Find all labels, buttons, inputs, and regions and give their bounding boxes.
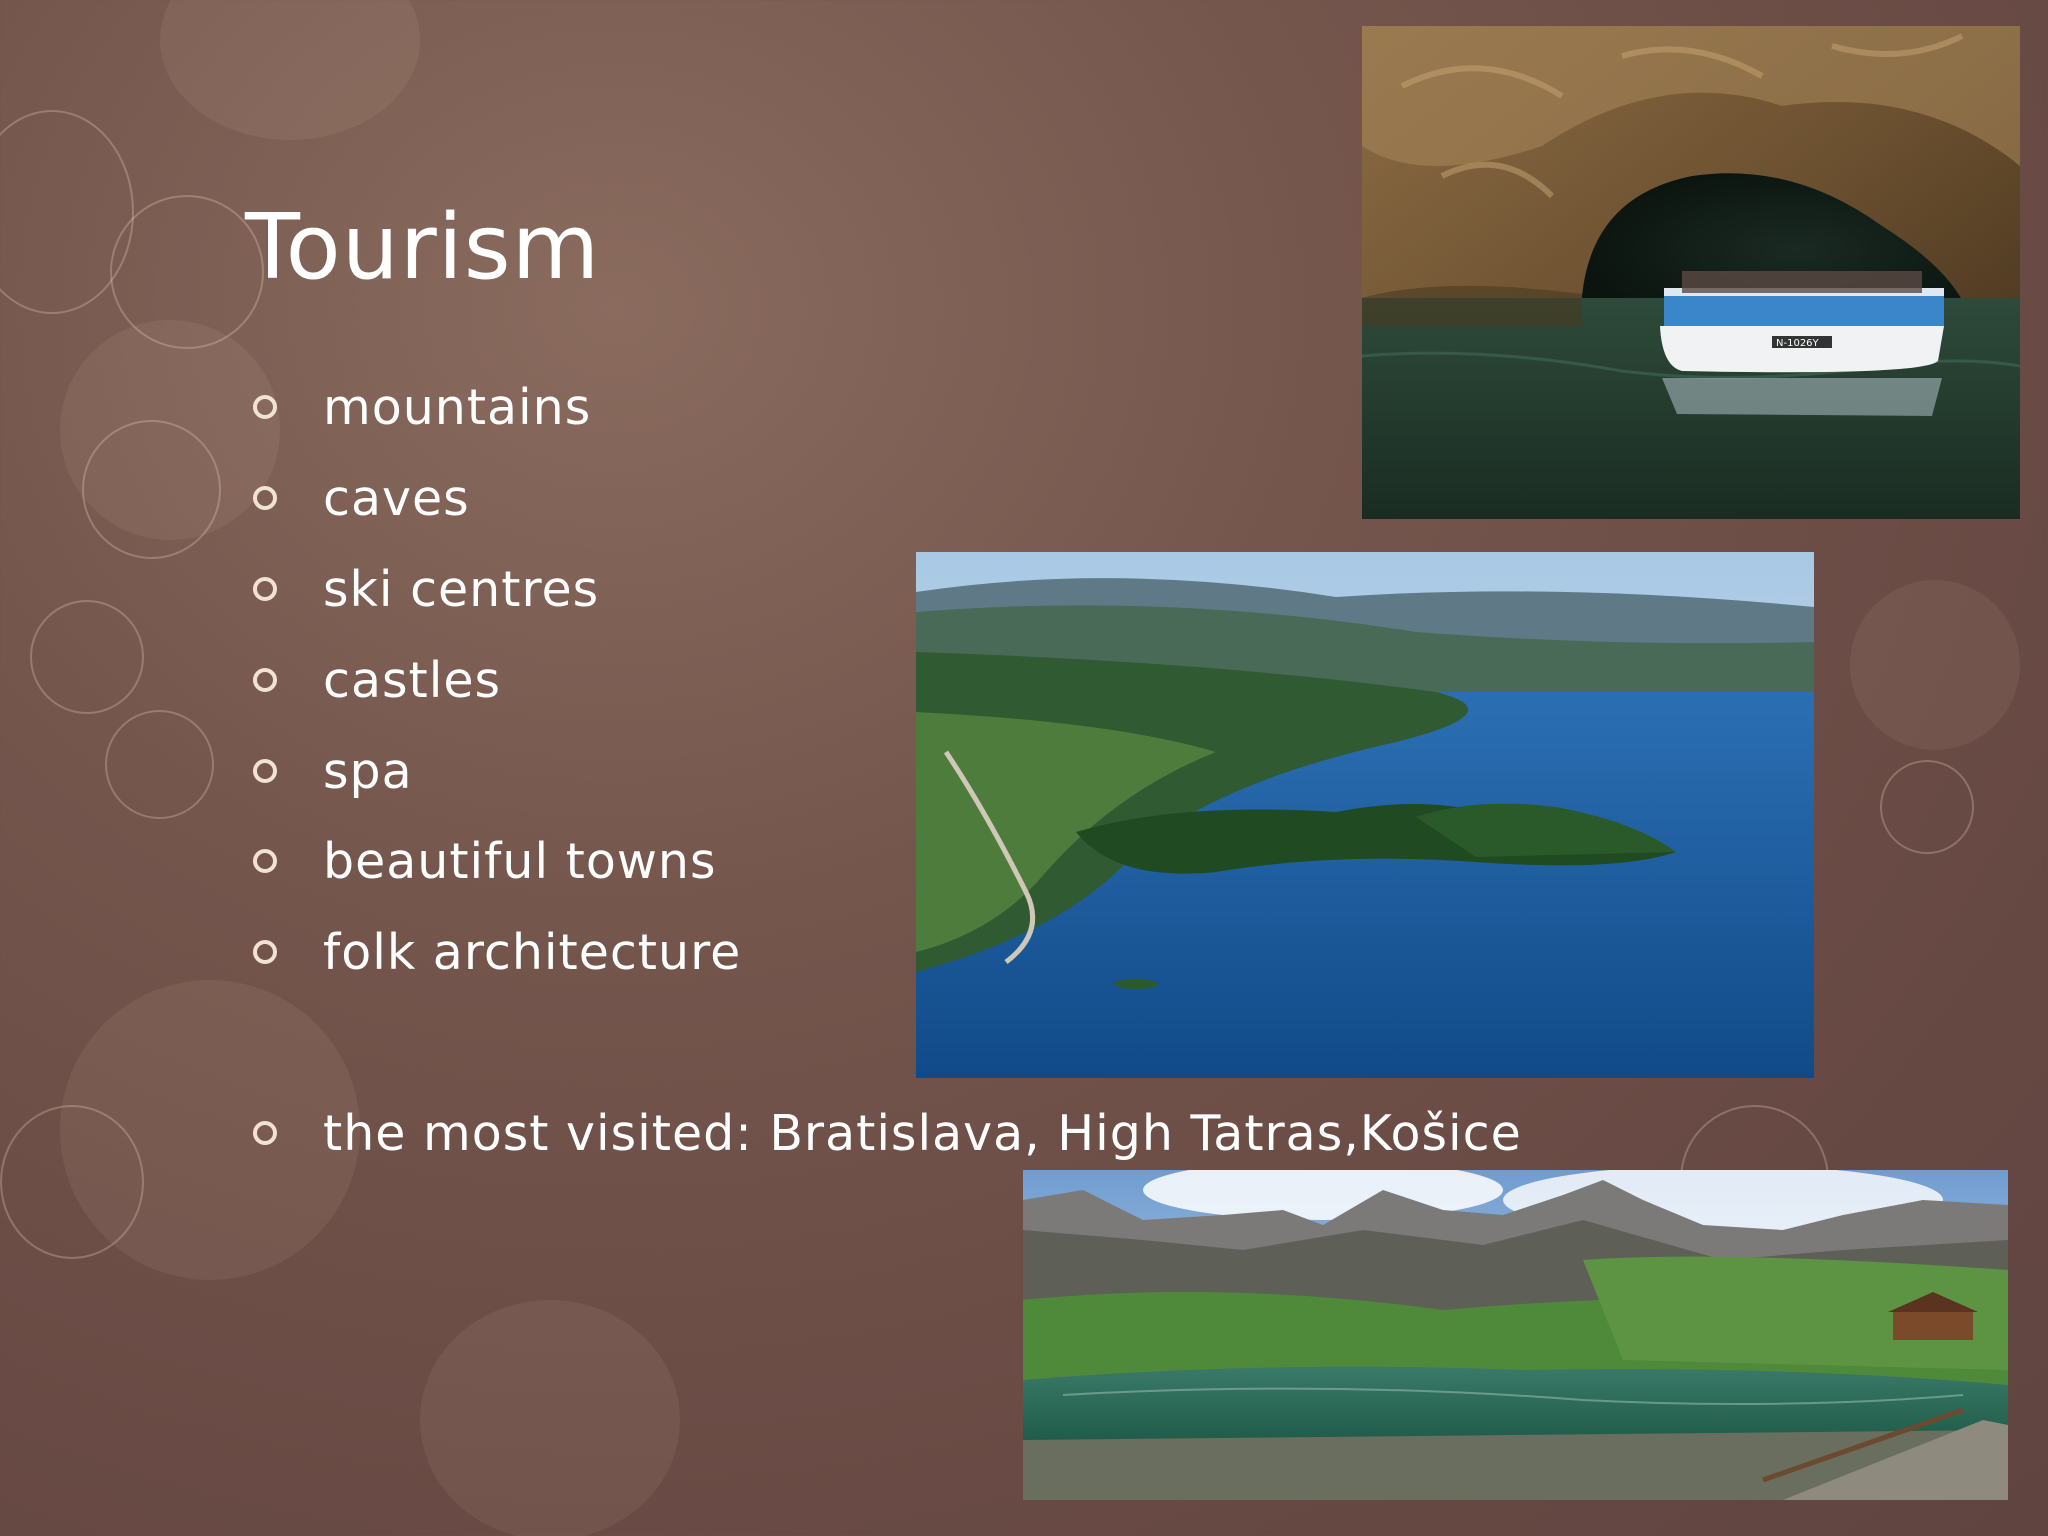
bullet-circle-icon — [253, 577, 277, 601]
bullet-text: folk architecture — [323, 923, 742, 981]
bokeh-circle — [0, 110, 134, 314]
bullet-circle-icon — [253, 1121, 277, 1145]
boat-label: N-1026Y — [1776, 338, 1820, 349]
bokeh-circle — [82, 420, 221, 559]
bullet-circle-icon — [253, 759, 277, 783]
mountain-lake-photo — [1023, 1170, 2008, 1500]
bokeh-circle — [1880, 760, 1974, 854]
bokeh-circle — [0, 1105, 144, 1259]
bokeh-circle — [160, 0, 420, 140]
bullet-text: the most visited: Bratislava, High Tatra… — [323, 1104, 1522, 1162]
list-item: spa — [250, 736, 413, 806]
bullet-text: ski centres — [323, 560, 600, 618]
slide-title: Tourism — [245, 195, 601, 300]
bokeh-circle — [60, 320, 280, 540]
bullet-text: castles — [323, 651, 501, 709]
bokeh-circle — [420, 1300, 680, 1536]
bokeh-circle — [1850, 580, 2020, 750]
list-item: beautiful towns — [250, 826, 717, 896]
bullet-circle-icon — [253, 940, 277, 964]
list-item: mountains — [250, 372, 591, 442]
bullet-text: mountains — [323, 378, 592, 436]
bullet-text: beautiful towns — [323, 832, 717, 890]
bullet-circle-icon — [253, 668, 277, 692]
list-item: caves — [250, 463, 470, 533]
list-item: the most visited: Bratislava, High Tatra… — [250, 1098, 1522, 1168]
bokeh-circle — [110, 195, 264, 349]
bokeh-circle — [30, 600, 144, 714]
list-item: ski centres — [250, 554, 599, 624]
bullet-circle-icon — [253, 395, 277, 419]
bullet-circle-icon — [253, 486, 277, 510]
bullet-text: spa — [323, 742, 413, 800]
cave-boat-photo: N-1026Y — [1362, 26, 2020, 519]
lake-aerial-photo — [916, 552, 1814, 1078]
bokeh-circle — [105, 710, 214, 819]
list-item: castles — [250, 645, 501, 715]
bullet-circle-icon — [253, 849, 277, 873]
list-item: folk architecture — [250, 917, 741, 987]
bullet-text: caves — [323, 469, 470, 527]
